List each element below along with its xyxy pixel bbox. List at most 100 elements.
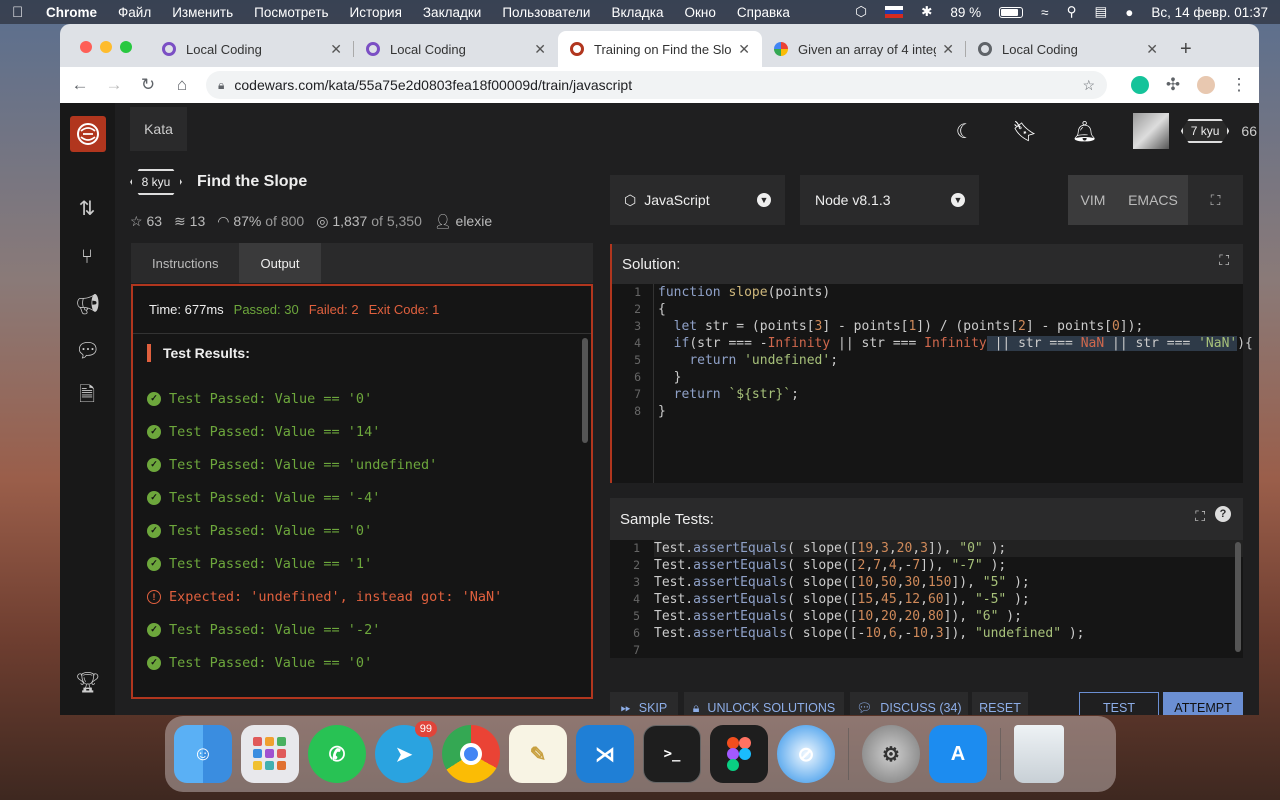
cube-icon[interactable]: ⬡	[855, 4, 867, 20]
solution-code[interactable]: function slope(points) { let str = (poin…	[658, 284, 1253, 420]
solution-editor[interactable]: 1 2 3 4 5 6 7 8 function slope(points) { let st…	[612, 284, 1253, 483]
kata-title[interactable]: Find the Slope	[197, 173, 307, 191]
menu-view[interactable]: Посмотреть	[254, 5, 328, 20]
zoom-window-button[interactable]	[120, 41, 132, 53]
browser-tab[interactable]: Local Coding ✕	[354, 31, 558, 67]
forward-icon[interactable]: →	[104, 75, 124, 95]
test-results-title[interactable]: Test Results:	[147, 344, 571, 362]
sample-tests-code[interactable]: Test.assertEquals( slope([19,3,20,3]), "…	[654, 540, 1243, 658]
chat-icon[interactable]: 💬︎	[75, 339, 100, 363]
vscode-icon[interactable]: ⋊	[576, 725, 634, 783]
minimize-window-button[interactable]	[100, 41, 112, 53]
menu-history[interactable]: История	[350, 5, 402, 20]
expand-icon[interactable]: ⛶	[1219, 252, 1229, 269]
reset-button[interactable]: RESET	[972, 692, 1028, 715]
close-window-button[interactable]	[80, 41, 92, 53]
telegram-icon[interactable]: ➤ 99	[375, 721, 437, 783]
figma-icon[interactable]	[710, 725, 768, 783]
unlock-solutions-button[interactable]: 🔒︎ UNLOCK SOLUTIONS	[684, 692, 844, 715]
close-tab-icon[interactable]: ✕	[330, 41, 342, 58]
trophy-icon[interactable]: 🏆︎	[75, 671, 100, 695]
kata-nav-tab[interactable]: Kata	[130, 107, 187, 151]
runtime-select[interactable]: Node v8.1.3 ▼	[800, 175, 979, 225]
menu-app-name[interactable]: Chrome	[46, 5, 97, 20]
fork-icon[interactable]: ⑂	[75, 245, 99, 269]
notifications-bell-icon[interactable]: 🔔︎	[1055, 119, 1115, 144]
new-tab-button[interactable]: +	[1180, 38, 1192, 61]
close-tab-icon[interactable]: ✕	[942, 41, 954, 58]
dark-mode-moon-icon[interactable]: ☾	[935, 119, 995, 144]
menu-profiles[interactable]: Пользователи	[502, 5, 590, 20]
output-scrollbar[interactable]	[582, 338, 588, 443]
stars-stat[interactable]: ☆ 63	[130, 213, 162, 230]
test-result-text: Test Passed: Value == '-2'	[169, 621, 381, 638]
trash-icon[interactable]	[1014, 725, 1064, 783]
author-stat[interactable]: 👤︎ elexie	[434, 213, 492, 230]
megaphone-icon[interactable]: 📢︎	[75, 293, 100, 317]
menu-file[interactable]: Файл	[118, 5, 151, 20]
menu-tab[interactable]: Вкладка	[611, 5, 663, 20]
user-avatar[interactable]	[1132, 113, 1169, 149]
battery-icon[interactable]	[999, 6, 1024, 18]
back-icon[interactable]: ←	[70, 75, 90, 95]
sample-tests-scrollbar[interactable]	[1235, 542, 1241, 652]
address-bar[interactable]: 🔒︎ codewars.com/kata/55a75e2d0803fea18f0…	[206, 71, 1107, 99]
home-icon[interactable]: ⌂	[172, 75, 192, 95]
lock-icon[interactable]: 🔒︎	[218, 78, 224, 93]
fullscreen-icon[interactable]: ⛶	[1188, 175, 1243, 225]
browser-tab[interactable]: Local Coding ✕	[150, 31, 354, 67]
skip-button[interactable]: ⏩︎ SKIP	[610, 692, 678, 715]
menu-window[interactable]: Окно	[685, 5, 716, 20]
chrome-icon[interactable]	[442, 725, 500, 783]
chrome-menu-icon[interactable]: ⋮	[1229, 75, 1249, 95]
bookmark-star-icon[interactable]: ☆	[1082, 77, 1095, 94]
app-store-icon[interactable]: A	[929, 725, 987, 783]
test-button[interactable]: TEST	[1079, 692, 1159, 715]
close-tab-icon[interactable]: ✕	[738, 41, 750, 58]
practice-icon[interactable]: ⇅	[75, 197, 99, 221]
browser-tab-active[interactable]: Training on Find the Slop ✕	[558, 31, 762, 67]
codewars-logo[interactable]	[70, 116, 106, 152]
attempt-button[interactable]: ATTEMPT	[1163, 692, 1243, 715]
reload-icon[interactable]: ↻	[138, 75, 158, 95]
emacs-mode-button[interactable]: EMACS	[1118, 175, 1188, 225]
russian-flag-icon[interactable]	[885, 6, 904, 18]
apple-icon[interactable]: 	[12, 4, 28, 21]
discuss-button[interactable]: 💬︎ DISCUSS (34)	[850, 692, 968, 715]
extensions-puzzle-icon[interactable]: ✣	[1163, 75, 1183, 95]
menu-edit[interactable]: Изменить	[172, 5, 233, 20]
tab-output[interactable]: Output	[239, 243, 321, 283]
control-center-icon[interactable]: ▤	[1094, 4, 1107, 20]
language-select[interactable]: ⬡ JavaScript ▼	[610, 175, 785, 225]
close-tab-icon[interactable]: ✕	[534, 41, 546, 58]
search-icon[interactable]: ⚲	[1067, 4, 1077, 20]
menu-help[interactable]: Справка	[737, 5, 790, 20]
finder-icon[interactable]: ☺	[174, 725, 232, 783]
wifi-icon[interactable]: ≈	[1041, 5, 1048, 20]
menu-bookmarks[interactable]: Закладки	[423, 5, 481, 20]
tab-instructions[interactable]: Instructions	[131, 243, 239, 283]
close-tab-icon[interactable]: ✕	[1146, 41, 1158, 58]
docs-icon[interactable]: 🗎	[75, 383, 99, 407]
datetime[interactable]: Вс, 14 февр. 01:37	[1151, 5, 1268, 20]
browser-tab[interactable]: Given an array of 4 integ ✕	[762, 31, 966, 67]
expand-icon[interactable]: ⛶	[1195, 508, 1205, 525]
grammarly-extension-icon[interactable]	[1131, 76, 1149, 94]
line-number: 6	[633, 626, 640, 640]
test-result-row: ✓ Test Passed: Value == '14'	[147, 415, 571, 448]
siri-icon[interactable]: ●	[1125, 5, 1133, 20]
bookmark-icon[interactable]: 🔖︎	[995, 119, 1055, 144]
profile-avatar[interactable]	[1197, 76, 1215, 94]
browser-tab[interactable]: Local Coding ✕	[966, 31, 1170, 67]
help-icon[interactable]: ?	[1215, 506, 1231, 522]
system-preferences-icon[interactable]: ⚙︎	[862, 725, 920, 783]
whatsapp-icon[interactable]: ✆	[308, 725, 366, 783]
terminal-icon[interactable]: >_	[643, 725, 701, 783]
vim-mode-button[interactable]: VIM	[1068, 175, 1118, 225]
collections-stat[interactable]: ≋ 13	[174, 213, 205, 230]
sample-tests-editor[interactable]: 1 2 3 4 5 6 7 Test.assertEquals( slope([19,3,2…	[610, 540, 1243, 658]
bluetooth-icon[interactable]: ✱	[921, 4, 932, 20]
safari-icon[interactable]: ⊘	[777, 725, 835, 783]
pages-icon[interactable]: ✎	[509, 725, 567, 783]
launchpad-icon[interactable]	[241, 725, 299, 783]
